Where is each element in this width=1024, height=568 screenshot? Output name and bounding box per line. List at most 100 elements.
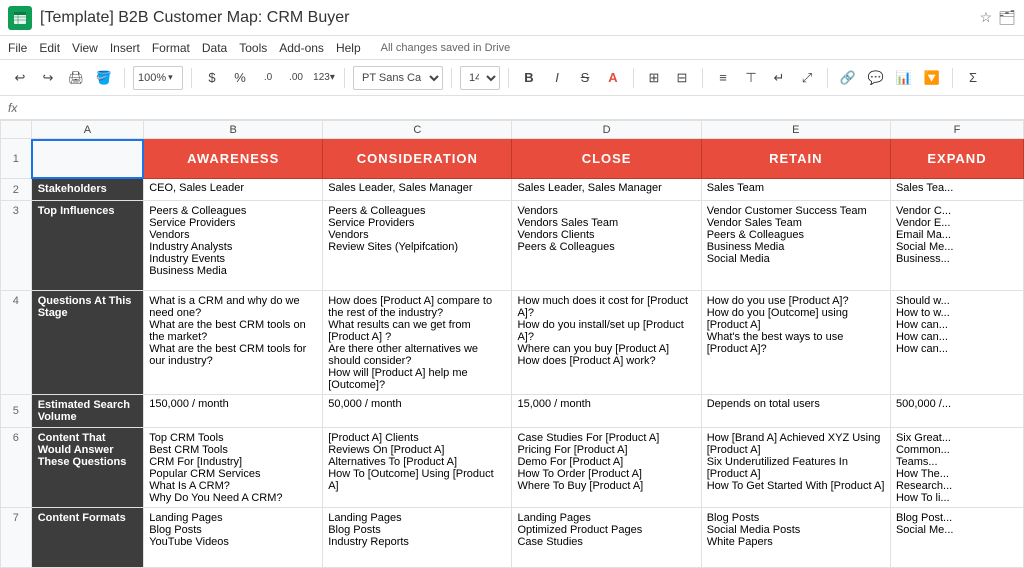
- redo-button[interactable]: ↪: [36, 66, 60, 90]
- cell-e6[interactable]: How [Brand A] Achieved XYZ Using [Produc…: [701, 428, 890, 508]
- merge-cells-button[interactable]: ⊟: [670, 66, 694, 90]
- star-icon[interactable]: ☆: [980, 9, 993, 26]
- undo-button[interactable]: ↩: [8, 66, 32, 90]
- strikethrough-button[interactable]: S: [573, 66, 597, 90]
- cell-c6[interactable]: [Product A] Clients Reviews On [Product …: [323, 428, 512, 508]
- corner-header: [1, 121, 32, 139]
- bold-button[interactable]: B: [517, 66, 541, 90]
- cell-e7[interactable]: Blog Posts Social Media Posts White Pape…: [701, 508, 890, 568]
- decimal-decrease-button[interactable]: .0: [256, 66, 280, 90]
- cell-b5[interactable]: 150,000 / month: [144, 395, 323, 428]
- cell-b4[interactable]: What is a CRM and why do we need one? Wh…: [144, 291, 323, 395]
- cell-f5[interactable]: 500,000 /...: [890, 395, 1023, 428]
- cell-d6[interactable]: Case Studies For [Product A] Pricing For…: [512, 428, 701, 508]
- menu-view[interactable]: View: [72, 41, 98, 55]
- cell-b2[interactable]: CEO, Sales Leader: [144, 179, 323, 201]
- borders-button[interactable]: ⊞: [642, 66, 666, 90]
- chart-button[interactable]: 📊: [892, 66, 916, 90]
- link-button[interactable]: 🔗: [836, 66, 860, 90]
- sheet-area: A B C D E F 1 AWARENESS CONSIDERATION CL…: [0, 120, 1024, 568]
- paint-format-button[interactable]: 🪣: [92, 66, 116, 90]
- col-header-b[interactable]: B: [144, 121, 323, 139]
- menu-edit[interactable]: Edit: [39, 41, 60, 55]
- formula-input[interactable]: [25, 98, 1016, 118]
- cell-f2[interactable]: Sales Tea...: [890, 179, 1023, 201]
- cell-e2[interactable]: Sales Team: [701, 179, 890, 201]
- cell-a5[interactable]: Estimated Search Volume: [31, 395, 144, 428]
- fx-label: fx: [8, 101, 17, 115]
- valign-button[interactable]: ⊤: [739, 66, 763, 90]
- menu-addons[interactable]: Add-ons: [279, 41, 324, 55]
- percent-button[interactable]: %: [228, 66, 252, 90]
- comment-button[interactable]: 💬: [864, 66, 888, 90]
- menu-format[interactable]: Format: [152, 41, 190, 55]
- toolbar-sep-9: [952, 68, 953, 88]
- stage-header-close[interactable]: CLOSE: [512, 139, 701, 179]
- cell-b6[interactable]: Top CRM Tools Best CRM Tools CRM For [In…: [144, 428, 323, 508]
- stage-header-consideration[interactable]: CONSIDERATION: [323, 139, 512, 179]
- cell-d5[interactable]: 15,000 / month: [512, 395, 701, 428]
- cell-b7[interactable]: Landing Pages Blog Posts YouTube Videos: [144, 508, 323, 568]
- cell-f6[interactable]: Six Great... Common... Teams... How The.…: [890, 428, 1023, 508]
- menu-help[interactable]: Help: [336, 41, 361, 55]
- menu-file[interactable]: File: [8, 41, 27, 55]
- folder-icon[interactable]: 🗂: [998, 9, 1016, 26]
- function-button[interactable]: Σ: [961, 66, 985, 90]
- title-icons: ☆ 🗂: [980, 9, 1016, 26]
- column-header-row: A B C D E F: [1, 121, 1024, 139]
- cell-a4[interactable]: Questions At This Stage: [31, 291, 144, 395]
- col-header-a[interactable]: A: [31, 121, 144, 139]
- cell-d4[interactable]: How much does it cost for [Product A]? H…: [512, 291, 701, 395]
- cell-c7[interactable]: Landing Pages Blog Posts Industry Report…: [323, 508, 512, 568]
- col-header-d[interactable]: D: [512, 121, 701, 139]
- cell-b3[interactable]: Peers & Colleagues Service Providers Ven…: [144, 201, 323, 291]
- text-color-button[interactable]: A: [601, 66, 625, 90]
- font-selector[interactable]: PT Sans Ca...: [353, 66, 443, 90]
- menu-tools[interactable]: Tools: [239, 41, 267, 55]
- menu-insert[interactable]: Insert: [110, 41, 140, 55]
- zoom-selector[interactable]: 100% ▾: [133, 66, 183, 90]
- cell-c2[interactable]: Sales Leader, Sales Manager: [323, 179, 512, 201]
- cell-f3[interactable]: Vendor C... Vendor E... Email Ma... Soci…: [890, 201, 1023, 291]
- stage-header-awareness[interactable]: AWARENESS: [144, 139, 323, 179]
- stage-header-retain[interactable]: RETAIN: [701, 139, 890, 179]
- cell-a1[interactable]: [31, 139, 144, 179]
- toolbar-sep-1: [124, 68, 125, 88]
- col-header-e[interactable]: E: [701, 121, 890, 139]
- row-num-5: 5: [1, 395, 32, 428]
- cell-a3[interactable]: Top Influences: [31, 201, 144, 291]
- align-button[interactable]: ≡: [711, 66, 735, 90]
- app-icon: [8, 6, 32, 30]
- menu-data[interactable]: Data: [202, 41, 227, 55]
- font-size-selector[interactable]: 14: [460, 66, 500, 90]
- cell-e4[interactable]: How do you use [Product A]? How do you […: [701, 291, 890, 395]
- table-row: 1 AWARENESS CONSIDERATION CLOSE RETAIN E…: [1, 139, 1024, 179]
- table-row: 2 Stakeholders CEO, Sales Leader Sales L…: [1, 179, 1024, 201]
- wrap-button[interactable]: ↵: [767, 66, 791, 90]
- cell-c5[interactable]: 50,000 / month: [323, 395, 512, 428]
- cell-a6[interactable]: Content That Would Answer These Question…: [31, 428, 144, 508]
- cell-f4[interactable]: Should w... How to w... How can... How c…: [890, 291, 1023, 395]
- cell-a2[interactable]: Stakeholders: [31, 179, 144, 201]
- cell-d3[interactable]: Vendors Vendors Sales Team Vendors Clien…: [512, 201, 701, 291]
- stage-header-expand[interactable]: EXPAND: [890, 139, 1023, 179]
- currency-button[interactable]: $: [200, 66, 224, 90]
- filter-button[interactable]: 🔽: [920, 66, 944, 90]
- italic-button[interactable]: I: [545, 66, 569, 90]
- cell-e5[interactable]: Depends on total users: [701, 395, 890, 428]
- cell-c3[interactable]: Peers & Colleagues Service Providers Ven…: [323, 201, 512, 291]
- cell-e3[interactable]: Vendor Customer Success Team Vendor Sale…: [701, 201, 890, 291]
- more-formats-button[interactable]: 123▾: [312, 66, 336, 90]
- col-header-f[interactable]: F: [890, 121, 1023, 139]
- row-num-4: 4: [1, 291, 32, 395]
- col-header-c[interactable]: C: [323, 121, 512, 139]
- cell-d2[interactable]: Sales Leader, Sales Manager: [512, 179, 701, 201]
- rotate-button[interactable]: ⤢: [795, 66, 819, 90]
- cell-d7[interactable]: Landing Pages Optimized Product Pages Ca…: [512, 508, 701, 568]
- cell-a7[interactable]: Content Formats: [31, 508, 144, 568]
- cell-f7[interactable]: Blog Post... Social Me...: [890, 508, 1023, 568]
- print-button[interactable]: 🖨: [64, 66, 88, 90]
- cell-c4[interactable]: How does [Product A] compare to the rest…: [323, 291, 512, 395]
- toolbar: ↩ ↪ 🖨 🪣 100% ▾ $ % .0 .00 123▾ PT Sans C…: [0, 60, 1024, 96]
- decimal-increase-button[interactable]: .00: [284, 66, 308, 90]
